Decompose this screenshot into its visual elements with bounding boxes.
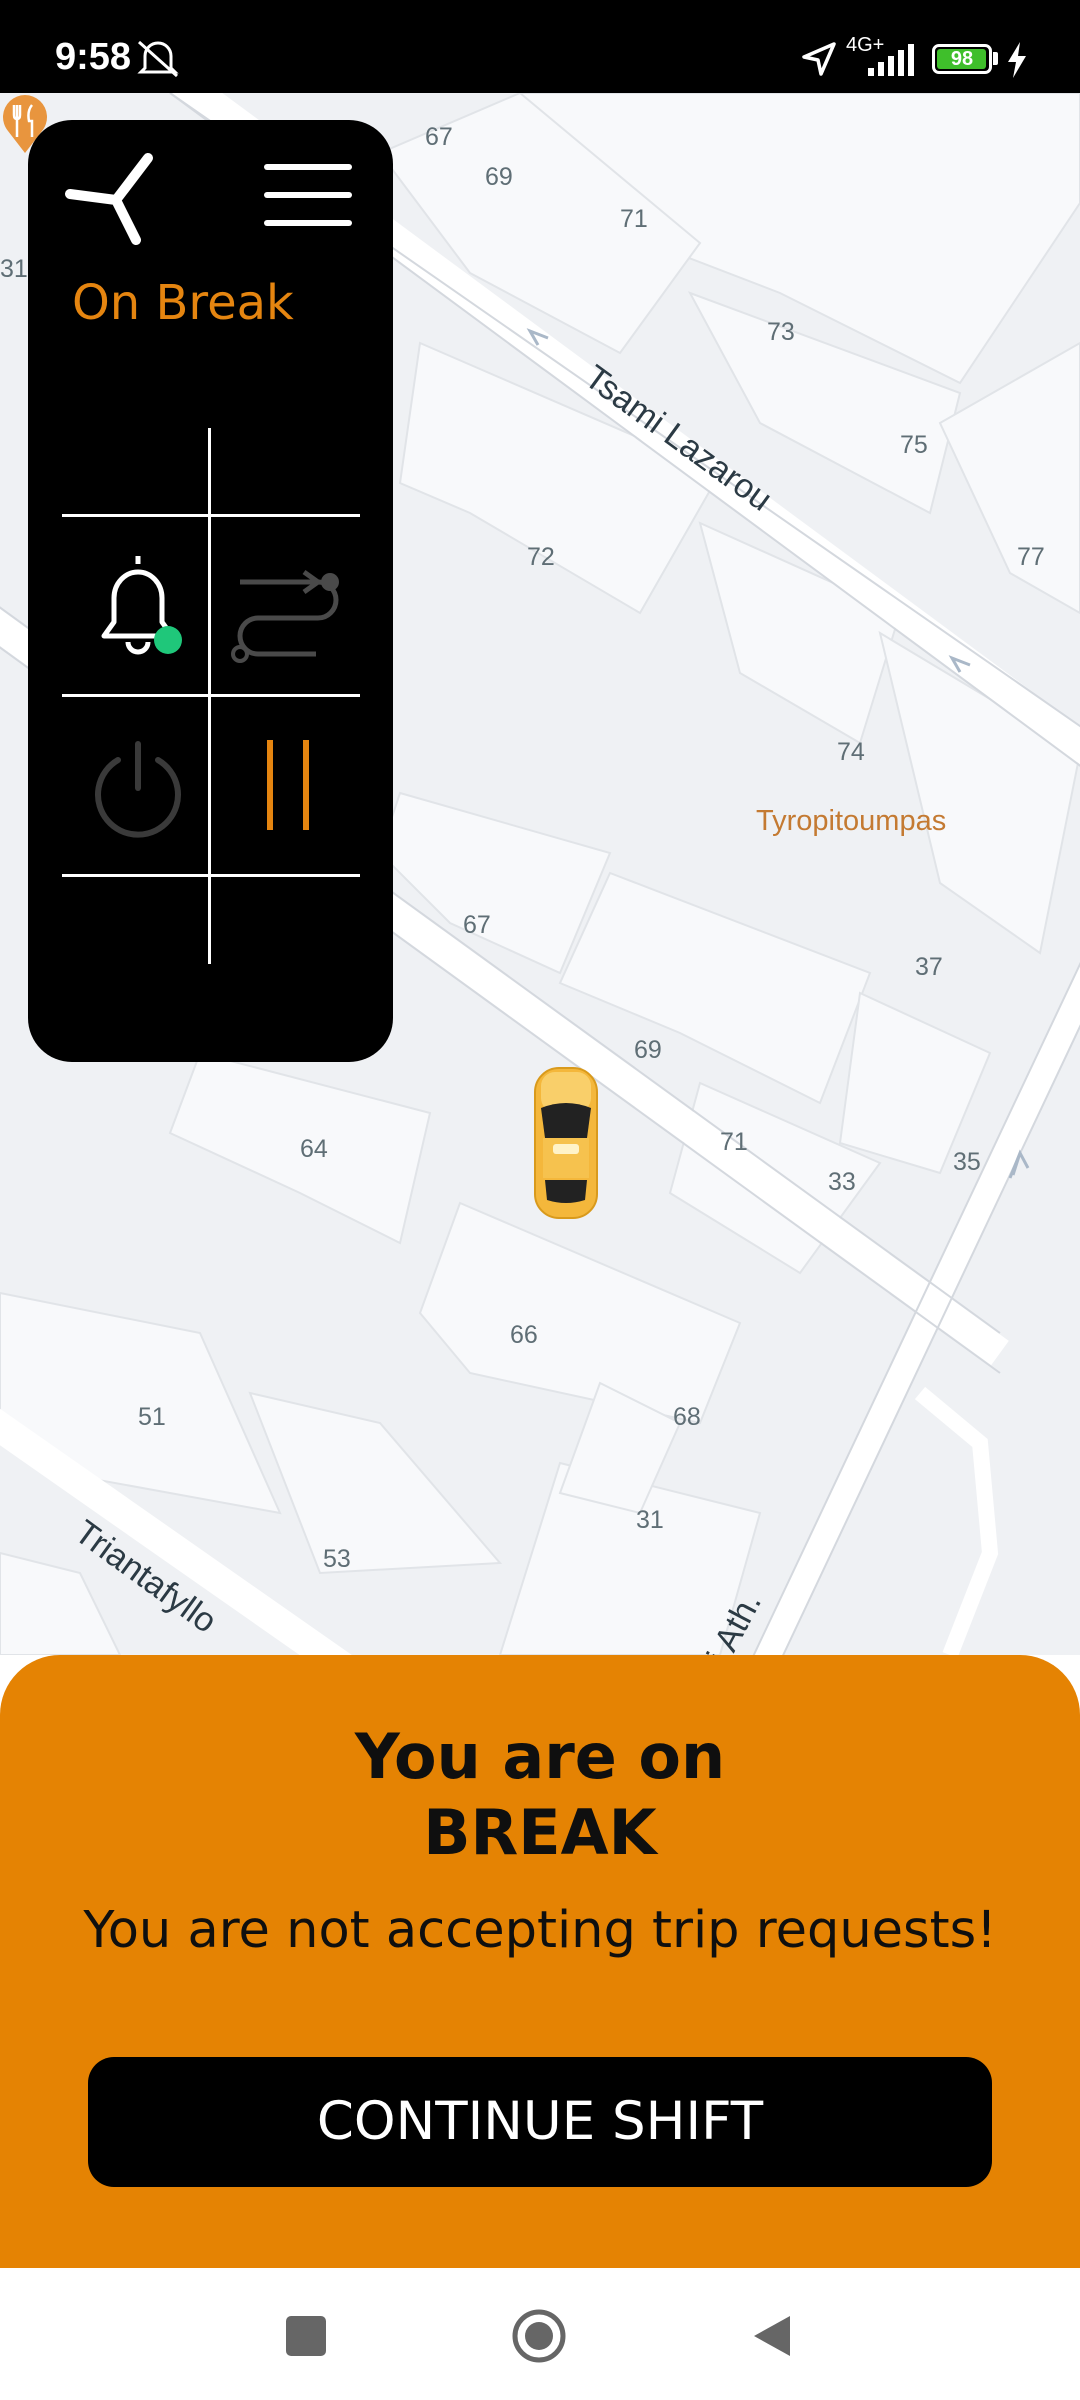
notifications-button[interactable] [68,520,208,690]
house-number: 31 [636,1506,664,1534]
battery-tip [993,52,998,65]
route-icon [231,569,339,663]
grid-divider [62,874,360,877]
house-number: 33 [828,1168,856,1196]
break-title: You are on BREAK [0,1719,1080,1871]
break-subtitle: You are not accepting trip requests! [83,1901,997,1960]
menu-button[interactable] [258,158,358,238]
driver-control-panel: On Break [28,120,393,1062]
menu-bar [264,164,352,170]
house-number: 69 [634,1036,662,1064]
battery-level: 98 [950,48,974,70]
house-number: 74 [837,738,865,766]
battery-icon: 98 [932,44,992,74]
back-icon[interactable] [750,2312,794,2360]
alarm-off-icon [137,40,179,78]
break-title-line1: You are on [354,1720,726,1793]
poi-label[interactable]: Tyropitoumpas [756,805,946,838]
grid-divider [62,514,360,517]
menu-bar [264,220,352,226]
signal-icon [868,44,914,76]
house-number: 53 [323,1545,351,1573]
house-number: 66 [510,1321,538,1349]
status-time: 9:58 [55,36,132,78]
house-number: 51 [138,1403,166,1431]
route-button[interactable] [218,520,358,690]
house-number: 31 [0,255,28,283]
taxi-car-icon [534,1067,598,1219]
house-number: 71 [620,205,648,233]
notification-dot [154,626,182,654]
bell-icon [101,556,182,655]
house-number: 71 [720,1128,748,1156]
continue-shift-button[interactable]: CONTINUE SHIFT [88,2057,992,2187]
app-logo-icon[interactable] [64,150,164,250]
house-number: 68 [673,1403,701,1431]
driver-status-label: On Break [72,275,294,331]
house-number: 37 [915,953,943,981]
house-number: 73 [767,318,795,346]
grid-divider [62,694,360,697]
house-number: 69 [485,163,513,191]
power-icon [95,741,181,838]
home-icon[interactable] [511,2308,567,2364]
menu-bar [264,192,352,198]
break-status-sheet: You are on BREAK You are not accepting t… [0,1655,1080,2268]
system-nav-bar [0,2268,1080,2400]
location-icon [802,42,836,76]
house-number: 72 [527,543,555,571]
status-bar: 9:58 4G+ 98 [0,0,1080,93]
pause-button[interactable] [218,700,358,870]
recents-icon[interactable] [282,2312,330,2360]
pause-icon [267,740,309,830]
house-number: 67 [463,911,491,939]
charging-icon [1008,42,1026,78]
house-number: 77 [1017,543,1045,571]
house-number: 35 [953,1148,981,1176]
house-number: 67 [425,123,453,151]
power-button[interactable] [68,700,208,870]
house-number: 75 [900,431,928,459]
house-number: 64 [300,1135,328,1163]
break-title-line2: BREAK [423,1796,657,1869]
